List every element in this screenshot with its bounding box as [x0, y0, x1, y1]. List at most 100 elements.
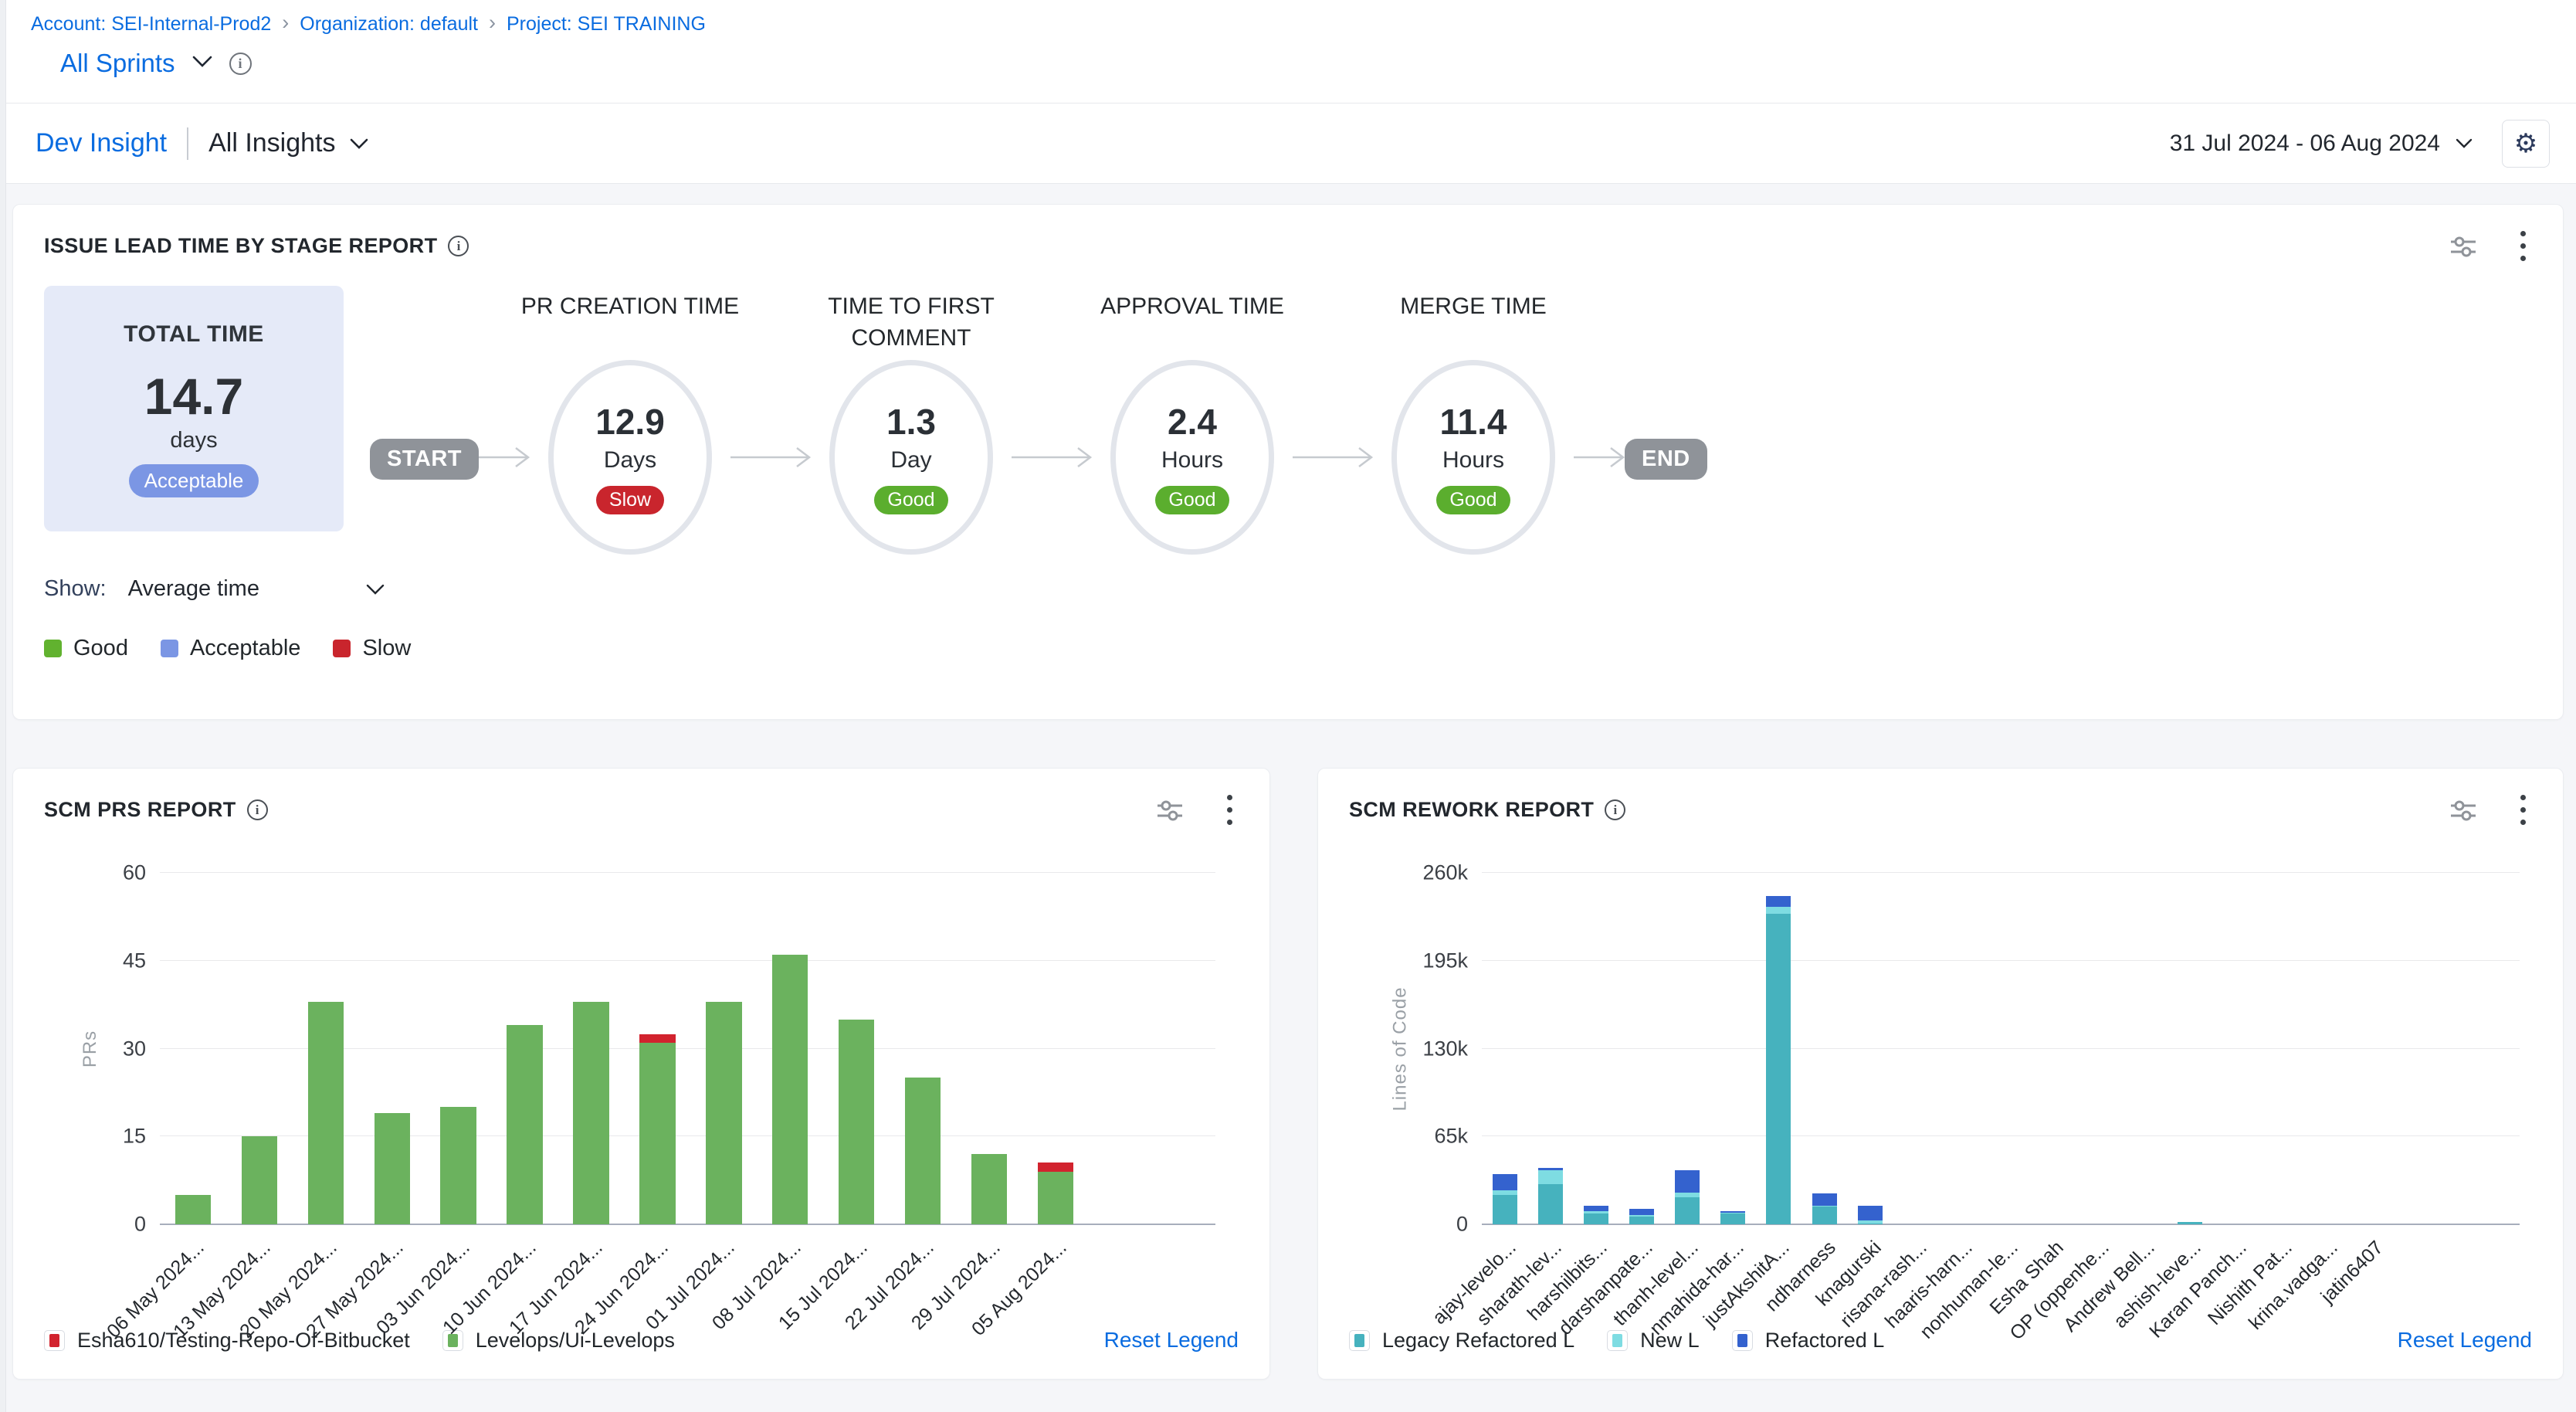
- bar-segment-New L[interactable]: [1538, 1170, 1563, 1184]
- bar-nmahida-har...[interactable]: [1720, 1211, 1745, 1224]
- bar-slot: [690, 873, 757, 1224]
- bar-segment-Esha610/Testing-Repo-Of-Bitbucket[interactable]: [1038, 1163, 1073, 1171]
- bar-segment-Legacy Refactored L[interactable]: [1538, 1184, 1563, 1225]
- bar-ndharness[interactable]: [1812, 1193, 1837, 1224]
- bar-segment-Legacy Refactored L[interactable]: [1675, 1197, 1700, 1224]
- bar-03 Jun 2024...[interactable]: [440, 1107, 476, 1224]
- scm-rework-plot-area: 065k130k195k260kajay-levelo...sharath-le…: [1482, 873, 2520, 1224]
- show-metric-dropdown[interactable]: Average time: [107, 576, 385, 602]
- reset-legend-link[interactable]: Reset Legend: [1104, 1328, 1239, 1353]
- bar-knagurski[interactable]: [1858, 1206, 1883, 1225]
- bar-segment-Legacy Refactored L[interactable]: [2178, 1222, 2202, 1225]
- bar-segment-Levelops/Ui-Levelops[interactable]: [573, 1002, 608, 1224]
- bar-segment-Levelops/Ui-Levelops[interactable]: [839, 1020, 874, 1224]
- insight-name-link[interactable]: Dev Insight: [36, 128, 167, 158]
- bar-segment-Refactored L[interactable]: [1858, 1206, 1883, 1220]
- stage-circle[interactable]: 12.9 Days Slow: [548, 360, 712, 555]
- bar-segment-Levelops/Ui-Levelops[interactable]: [772, 955, 808, 1224]
- bar-06 May 2024...[interactable]: [175, 1195, 211, 1224]
- bar-27 May 2024...[interactable]: [375, 1113, 410, 1224]
- stage-circle[interactable]: 11.4 Hours Good: [1391, 360, 1555, 555]
- bar-segment-Refactored L[interactable]: [1675, 1170, 1700, 1193]
- bar-segment-Legacy Refactored L[interactable]: [1720, 1213, 1745, 1224]
- bar-slot: [425, 873, 492, 1224]
- insights-dropdown[interactable]: All Insights: [208, 128, 368, 158]
- sprint-selector-value[interactable]: All Sprints: [60, 49, 175, 78]
- bar-segment-Levelops/Ui-Levelops[interactable]: [971, 1154, 1007, 1224]
- bar-17 Jun 2024...[interactable]: [573, 1002, 608, 1224]
- bar-segment-Legacy Refactored L[interactable]: [1766, 914, 1791, 1225]
- sprint-selector[interactable]: All Sprints i: [60, 49, 2576, 78]
- chevron-down-icon[interactable]: [192, 56, 212, 71]
- widget-filters-icon[interactable]: [2449, 234, 2477, 259]
- widget-filters-icon[interactable]: [2449, 798, 2477, 823]
- stage-pr-creation-time[interactable]: PR CREATION TIME 12.9 Days Slow: [530, 280, 730, 555]
- bar-sharath-lev...[interactable]: [1538, 1168, 1563, 1225]
- bar-harshilbits...[interactable]: [1584, 1206, 1608, 1224]
- info-icon[interactable]: i: [1605, 799, 1625, 820]
- legend-item-esha610[interactable]: Esha610/Testing-Repo-Of-Bitbucket: [44, 1329, 410, 1353]
- kebab-menu-icon[interactable]: [2514, 792, 2532, 828]
- stage-merge-time[interactable]: MERGE TIME 11.4 Hours Good: [1373, 280, 1574, 555]
- bar-01 Jul 2024...[interactable]: [706, 1002, 741, 1224]
- bar-15 Jul 2024...[interactable]: [839, 1020, 874, 1224]
- legend-label: Acceptable: [190, 636, 301, 661]
- reset-legend-link[interactable]: Reset Legend: [2398, 1328, 2532, 1353]
- stage-time-to-first-comment[interactable]: TIME TO FIRST COMMENT 1.3 Day Good: [811, 280, 1012, 555]
- bar-segment-Levelops/Ui-Levelops[interactable]: [639, 1043, 675, 1224]
- bar-segment-Legacy Refactored L[interactable]: [1493, 1195, 1517, 1225]
- kebab-menu-icon[interactable]: [1221, 792, 1239, 828]
- bar-segment-Levelops/Ui-Levelops[interactable]: [706, 1002, 741, 1224]
- bar-segment-Legacy Refactored L[interactable]: [1629, 1217, 1654, 1225]
- bar-segment-Refactored L[interactable]: [1812, 1193, 1837, 1206]
- bar-08 Jul 2024...[interactable]: [772, 955, 808, 1224]
- bar-segment-Refactored L[interactable]: [1629, 1209, 1654, 1215]
- bar-segment-Levelops/Ui-Levelops[interactable]: [375, 1113, 410, 1224]
- settings-button[interactable]: ⚙: [2502, 120, 2550, 168]
- bar-22 Jul 2024...[interactable]: [905, 1078, 941, 1224]
- bar-segment-Refactored L[interactable]: [1584, 1206, 1608, 1211]
- bar-segment-Refactored L[interactable]: [1493, 1174, 1517, 1190]
- bar-ashish-leve...[interactable]: [2178, 1222, 2202, 1225]
- info-icon[interactable]: i: [229, 53, 252, 75]
- bar-segment-Levelops/Ui-Levelops[interactable]: [507, 1025, 542, 1224]
- bar-ajay-levelo...[interactable]: [1493, 1174, 1517, 1224]
- bar-segment-Refactored L[interactable]: [1766, 896, 1791, 907]
- bar-segment-Levelops/Ui-Levelops[interactable]: [175, 1195, 211, 1224]
- legend-item-legacy-refactored[interactable]: Legacy Refactored L: [1349, 1329, 1574, 1353]
- bar-segment-Legacy Refactored L[interactable]: [1584, 1213, 1608, 1224]
- bar-segment-Levelops/Ui-Levelops[interactable]: [1038, 1172, 1073, 1224]
- bar-darshanpate...[interactable]: [1629, 1209, 1654, 1224]
- bar-20 May 2024...[interactable]: [308, 1002, 344, 1224]
- widget-filters-icon[interactable]: [1156, 798, 1184, 823]
- bar-13 May 2024...[interactable]: [242, 1136, 277, 1224]
- breadcrumb-account[interactable]: Account: SEI-Internal-Prod2: [31, 13, 271, 36]
- date-range-picker[interactable]: 31 Jul 2024 - 06 Aug 2024: [2170, 131, 2473, 157]
- bar-segment-New L[interactable]: [1766, 907, 1791, 914]
- kebab-menu-icon[interactable]: [2514, 228, 2532, 264]
- breadcrumb-organization[interactable]: Organization: default: [300, 13, 478, 36]
- bar-10 Jun 2024...[interactable]: [507, 1025, 542, 1224]
- bar-24 Jun 2024...[interactable]: [639, 1034, 675, 1224]
- bar-justAkshitA...[interactable]: [1766, 896, 1791, 1224]
- stage-circle[interactable]: 1.3 Day Good: [829, 360, 993, 555]
- dashboard-main: ISSUE LEAD TIME BY STAGE REPORT i TOTAL …: [0, 184, 2576, 1380]
- bar-segment-Levelops/Ui-Levelops[interactable]: [242, 1136, 277, 1224]
- bar-29 Jul 2024...[interactable]: [971, 1154, 1007, 1224]
- info-icon[interactable]: i: [448, 236, 469, 256]
- bar-segment-Esha610/Testing-Repo-Of-Bitbucket[interactable]: [639, 1034, 675, 1043]
- bar-segment-Levelops/Ui-Levelops[interactable]: [440, 1107, 476, 1224]
- stage-approval-time[interactable]: APPROVAL TIME 2.4 Hours Good: [1092, 280, 1293, 555]
- bar-thanh-level...[interactable]: [1675, 1170, 1700, 1224]
- bar-segment-Levelops/Ui-Levelops[interactable]: [308, 1002, 344, 1224]
- breadcrumb: Account: SEI-Internal-Prod2 › Organizati…: [31, 12, 2576, 36]
- breadcrumb-project[interactable]: Project: SEI TRAINING: [507, 13, 706, 36]
- info-icon[interactable]: i: [247, 799, 268, 820]
- bar-segment-Legacy Refactored L[interactable]: [1812, 1207, 1837, 1224]
- legend-item-levelops-ui[interactable]: Levelops/Ui-Levelops: [442, 1329, 675, 1353]
- legend-label: Slow: [362, 636, 411, 661]
- bar-segment-Levelops/Ui-Levelops[interactable]: [905, 1078, 941, 1224]
- bar-05 Aug 2024...[interactable]: [1038, 1163, 1073, 1224]
- stage-circle[interactable]: 2.4 Hours Good: [1110, 360, 1274, 555]
- legend-item-refactored[interactable]: Refactored L: [1732, 1329, 1885, 1353]
